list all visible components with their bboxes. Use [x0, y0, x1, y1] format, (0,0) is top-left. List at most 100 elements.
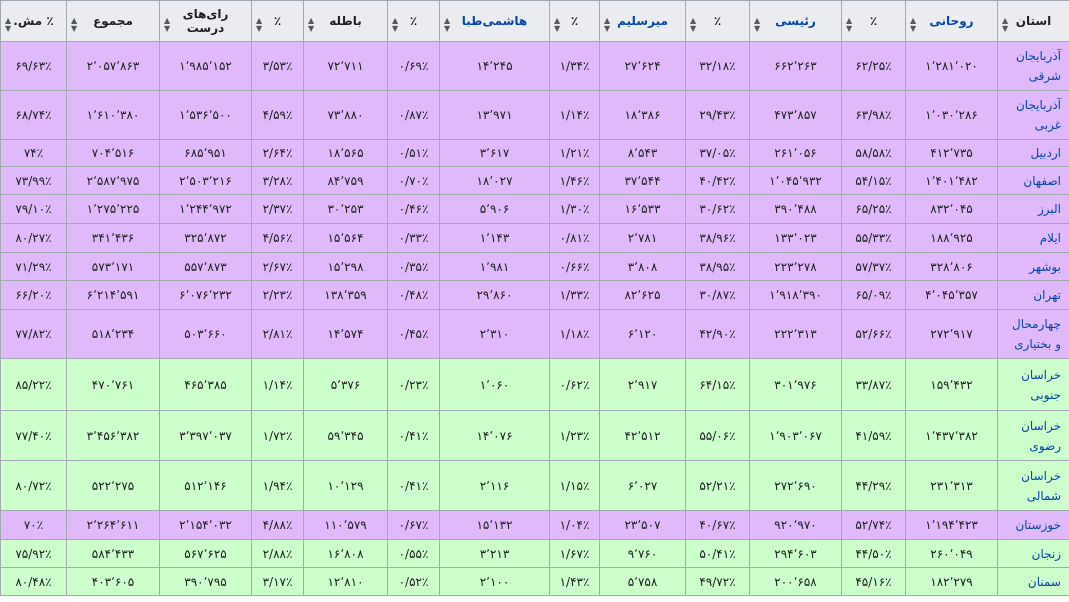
column-header-0[interactable]: استان ▲ ▼ — [997, 0, 1069, 42]
table-row: آذربایجان غربی ۱٬۰۳۰٬۲۸۶ ۶۳/۹۸٪ ۴۷۳٬۸۵۷ ۲۹/۴… — [0, 90, 1069, 140]
header-link[interactable]: میرسلیم — [617, 14, 668, 28]
column-header-8[interactable]: ٪ ▲ ▼ — [387, 0, 440, 42]
sort-icon[interactable]: ▲ ▼ — [846, 17, 852, 33]
table-cell: ۴۷۰٬۷۶۱ — [66, 358, 160, 411]
sort-icon[interactable]: ▲ ▼ — [5, 17, 11, 33]
table-cell: ۸۲٬۶۲۵ — [599, 280, 686, 310]
province-link[interactable]: سمنان — [997, 567, 1069, 596]
table-cell: ۷۴٪ — [0, 139, 67, 167]
table-cell: ۵٬۹۰۶ — [439, 194, 550, 224]
sort-icon[interactable]: ▲ ▼ — [444, 17, 450, 33]
column-header-9[interactable]: باطله ▲ ▼ — [303, 0, 388, 42]
table-cell: ۱۵٬۲۹۸ — [303, 252, 388, 281]
sort-icon[interactable]: ▲ ▼ — [604, 17, 610, 33]
table-cell: ۱٬۰۳۰٬۲۸۶ — [905, 90, 998, 140]
table-cell: ۵۵/۰۶٪ — [685, 410, 750, 461]
province-link[interactable]: زنجان — [997, 539, 1069, 568]
table-cell: ۲۹۴٬۶۰۳ — [749, 539, 842, 568]
table-cell: ۹٬۷۶۰ — [599, 539, 686, 568]
sort-icon[interactable]: ▲ ▼ — [164, 17, 170, 33]
table-cell: ۴۱/۵۹٪ — [841, 410, 906, 461]
column-header-5[interactable]: میرسلیم ▲ ▼ — [599, 0, 686, 42]
table-cell: ۶۸۵٬۹۵۱ — [159, 139, 252, 167]
sort-icon[interactable]: ▲ ▼ — [554, 17, 560, 33]
table-cell: ۰/۷۰٪ — [387, 166, 440, 195]
table-cell: ۲/۸۸٪ — [251, 539, 304, 568]
table-row: اصفهان ۱٬۴۰۱٬۴۸۲ ۵۴/۱۵٪ ۱٬۰۴۵٬۹۳۲ ۴۰/۴۲٪ ۳۷٬۵… — [0, 166, 1069, 195]
province-link[interactable]: بوشهر — [997, 252, 1069, 281]
table-cell: ۵۲/۷۴٪ — [841, 510, 906, 540]
header-link[interactable]: هاشمی‌طبا — [462, 14, 528, 28]
table-cell: ۵۷۳٬۱۷۱ — [66, 252, 160, 281]
column-header-3[interactable]: رئیسی ▲ ▼ — [749, 0, 842, 42]
sort-icon[interactable]: ▲ ▼ — [754, 17, 760, 33]
table-cell: ۲۳۱٬۳۱۳ — [905, 460, 998, 511]
table-cell: ۶۴/۱۵٪ — [685, 358, 750, 411]
province-link[interactable]: خراسان رضوی — [997, 410, 1069, 461]
table-cell: ۷۷/۸۲٪ — [0, 309, 67, 359]
table-cell: ۳۸/۹۶٪ — [685, 223, 750, 253]
table-cell: ۰/۸۷٪ — [387, 90, 440, 140]
sort-icon[interactable]: ▲ ▼ — [308, 17, 314, 33]
table-cell: ۰/۸۱٪ — [549, 223, 600, 253]
table-cell: ۱۶٬۸۰۸ — [303, 539, 388, 568]
header-link[interactable]: روحانی — [929, 14, 973, 28]
table-cell: ۳۲۵٬۸۷۲ — [159, 223, 252, 253]
table-cell: ۵۱۲٬۱۴۶ — [159, 460, 252, 511]
table-cell: ۳/۵۳٪ — [251, 41, 304, 91]
column-header-13[interactable]: ٪ مش. ▲ ▼ — [0, 0, 67, 42]
table-row: خراسان رضوی ۱٬۴۳۷٬۳۸۲ ۴۱/۵۹٪ ۱٬۹۰۳٬۰۶۷ ۵۵/۰۶… — [0, 410, 1069, 461]
sort-icon[interactable]: ▲ ▼ — [1002, 17, 1008, 33]
table-cell: ۴۷۳٬۸۵۷ — [749, 90, 842, 140]
table-cell: ۱٬۲۷۵٬۲۲۵ — [66, 194, 160, 224]
table-row: ایلام ۱۸۸٬۹۲۵ ۵۵/۳۳٪ ۱۳۳٬۰۲۳ ۳۸/۹۶٪ ۲٬۷۸۱ ۰/۸۱… — [0, 223, 1069, 253]
table-cell: ۲۹/۴۳٪ — [685, 90, 750, 140]
province-link[interactable]: تهران — [997, 280, 1069, 310]
column-header-4[interactable]: ٪ ▲ ▼ — [685, 0, 750, 42]
province-link[interactable]: اصفهان — [997, 166, 1069, 195]
column-header-7[interactable]: هاشمی‌طبا ▲ ▼ — [439, 0, 550, 42]
province-link[interactable]: البرز — [997, 194, 1069, 224]
province-link[interactable]: آذربایجان غربی — [997, 90, 1069, 140]
column-header-12[interactable]: مجموع ▲ ▼ — [66, 0, 160, 42]
column-header-6[interactable]: ٪ ▲ ▼ — [549, 0, 600, 42]
column-header-2[interactable]: ٪ ▲ ▼ — [841, 0, 906, 42]
table-cell: ۳۰/۸۷٪ — [685, 280, 750, 310]
province-link[interactable]: خراسان شمالی — [997, 460, 1069, 511]
table-cell: ۷۲٬۷۱۱ — [303, 41, 388, 91]
sort-icon[interactable]: ▲ ▼ — [71, 17, 77, 33]
table-cell: ۷۹/۱۰٪ — [0, 194, 67, 224]
province-link[interactable]: آذربایجان شرقی — [997, 41, 1069, 91]
table-cell: ۲/۲۳٪ — [251, 280, 304, 310]
province-link[interactable]: خراسان جنوبی — [997, 358, 1069, 411]
table-cell: ۲۶۱٬۰۵۶ — [749, 139, 842, 167]
header-label: رای‌های درست — [182, 7, 229, 35]
table-cell: ۱٬۹۰۳٬۰۶۷ — [749, 410, 842, 461]
sort-icon[interactable]: ▲ ▼ — [392, 17, 398, 33]
table-cell: ۵۴/۱۵٪ — [841, 166, 906, 195]
table-cell: ۲۹٬۸۶۰ — [439, 280, 550, 310]
sort-icon[interactable]: ▲ ▼ — [690, 17, 696, 33]
column-header-1[interactable]: روحانی ▲ ▼ — [905, 0, 998, 42]
table-cell: ۴۰/۴۲٪ — [685, 166, 750, 195]
province-link[interactable]: چهارمحال و بختیاری — [997, 309, 1069, 359]
table-cell: ۳۲/۱۸٪ — [685, 41, 750, 91]
sort-icon[interactable]: ▲ ▼ — [910, 17, 916, 33]
province-link[interactable]: ایلام — [997, 223, 1069, 253]
table-cell: ۲/۶۴٪ — [251, 139, 304, 167]
header-link[interactable]: رئیسی — [775, 14, 816, 28]
table-cell: ۳۰٬۲۵۳ — [303, 194, 388, 224]
column-header-10[interactable]: ٪ ▲ ▼ — [251, 0, 304, 42]
table-cell: ۱۱۰٬۵۷۹ — [303, 510, 388, 540]
table-cell: ۴/۵۹٪ — [251, 90, 304, 140]
table-cell: ۴۴/۲۹٪ — [841, 460, 906, 511]
table-cell: ۳۸/۹۵٪ — [685, 252, 750, 281]
province-link[interactable]: خوزستان — [997, 510, 1069, 540]
province-link[interactable]: اردبیل — [997, 139, 1069, 167]
table-cell: ۳٬۲۱۳ — [439, 539, 550, 568]
table-cell: ۱/۴۶٪ — [549, 166, 600, 195]
column-header-11[interactable]: رای‌های درست ▲ ▼ — [159, 0, 252, 42]
table-row: خوزستان ۱٬۱۹۴٬۴۲۳ ۵۲/۷۴٪ ۹۲۰٬۹۷۰ ۴۰/۶۷٪ ۲۳٬۵۰… — [0, 510, 1069, 540]
table-cell: ۱/۱۸٪ — [549, 309, 600, 359]
sort-icon[interactable]: ▲ ▼ — [256, 17, 262, 33]
